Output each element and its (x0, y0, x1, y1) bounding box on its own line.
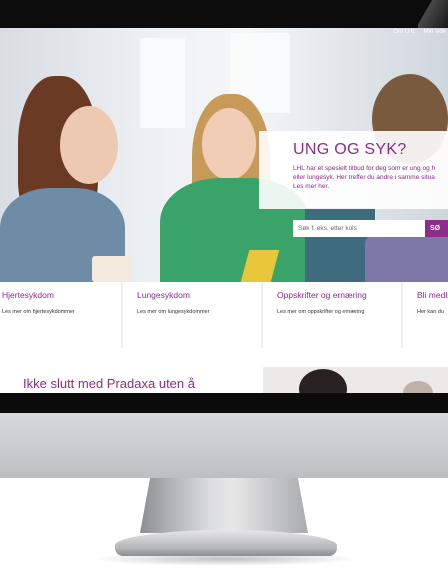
category-card-hjertesykdom[interactable]: Hjertesykdom Les mer om hjertesykdommer (0, 282, 121, 348)
background-window (140, 38, 185, 128)
monitor-stand (140, 478, 308, 533)
category-title: Hjertesykdom (2, 290, 54, 300)
screen-glare (418, 0, 448, 28)
monitor-top-bezel (0, 0, 448, 28)
nav-link-om-lhl[interactable]: Om LHL (393, 29, 415, 35)
category-title: Oppskrifter og ernæring (277, 290, 367, 300)
person-head (403, 381, 433, 393)
search-button[interactable]: SØ (425, 220, 448, 237)
hero-text-line: eller lungesyk. Her treffer du andre i s… (293, 174, 435, 181)
girl-face-middle (202, 108, 256, 180)
article-image[interactable] (263, 367, 448, 393)
category-link[interactable]: Her kan du (417, 309, 444, 315)
monitor-chin (0, 413, 448, 478)
category-card-bli-medlem[interactable]: Bli medl Her kan du (403, 282, 448, 348)
top-navigation: Om LHL Min side (393, 29, 448, 35)
category-title: Bli medl (417, 290, 448, 300)
hero-text-line: LHL har et spesielt tilbud for deg som e… (293, 165, 436, 172)
category-card-lungesykdom[interactable]: Lungesykdom Les mer om lungesykdommer (123, 282, 261, 348)
hero-title: UNG OG SYK? (293, 141, 407, 158)
search-input[interactable] (293, 220, 425, 237)
category-title: Lungesykdom (137, 290, 190, 300)
category-link[interactable]: Les mer om oppskrifter og ernæring (277, 309, 364, 315)
category-section: Hjertesykdom Les mer om hjertesykdommer … (0, 282, 448, 348)
girl-face-left (60, 106, 118, 184)
category-link[interactable]: Les mer om hjertesykdommer (2, 309, 75, 315)
monitor-base (115, 530, 337, 556)
hero-read-more-link[interactable]: Les mer her. (293, 182, 448, 191)
hero-banner-image: UNG OG SYK? LHL har et spesielt tilbud f… (0, 28, 448, 282)
category-link[interactable]: Les mer om lungesykdommer (137, 309, 209, 315)
category-card-oppskrifter[interactable]: Oppskrifter og ernæring Les mer om oppsk… (263, 282, 401, 348)
website-screen: UNG OG SYK? LHL har et spesielt tilbud f… (0, 28, 448, 393)
article-section: Ikke slutt med Pradaxa uten å (0, 348, 448, 393)
article-title[interactable]: Ikke slutt med Pradaxa uten å (23, 376, 195, 391)
coffee-cup (92, 256, 132, 282)
hero-text: LHL har et spesielt tilbud for deg som e… (293, 164, 448, 191)
nav-link-min-side[interactable]: Min side (424, 29, 446, 35)
monitor-bottom-bezel (0, 393, 448, 413)
person-hair (299, 369, 347, 393)
hero-info-box: UNG OG SYK? LHL har et spesielt tilbud f… (259, 131, 448, 209)
